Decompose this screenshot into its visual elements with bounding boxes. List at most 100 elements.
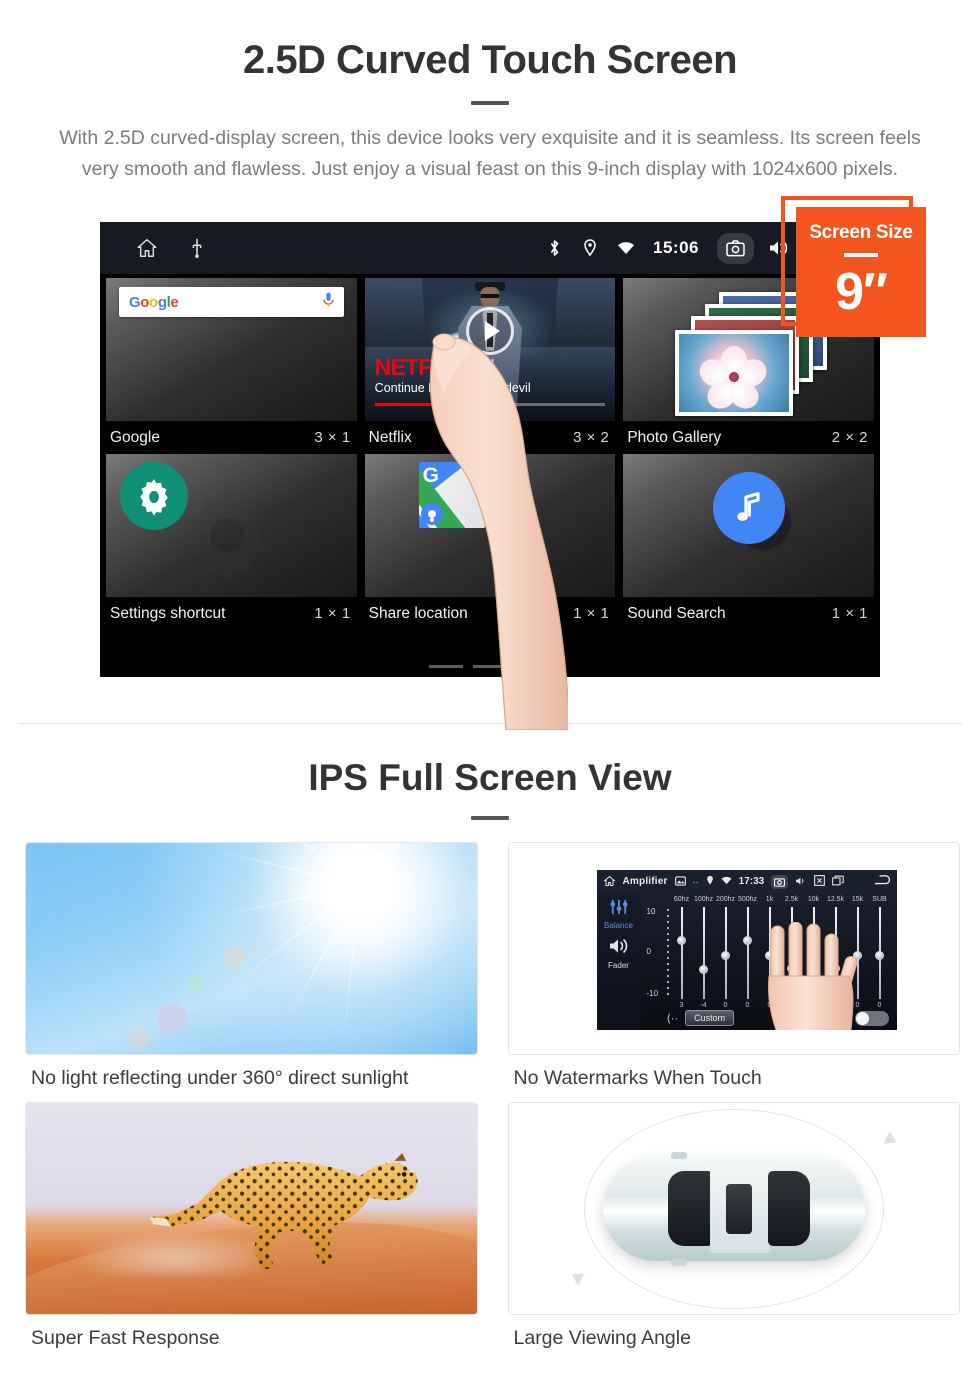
wifi-icon[interactable] xyxy=(721,876,732,887)
badge-label: Screen Size xyxy=(809,222,913,243)
eq-axis-top: 10 xyxy=(646,907,656,916)
eq-slider[interactable] xyxy=(715,907,737,999)
eq-band-label: 60hz xyxy=(673,896,690,903)
gallery-icon[interactable] xyxy=(674,875,686,888)
device-statusbar: 15:06 xyxy=(100,222,880,274)
amplifier-equalizer-screenshot: Amplifier ·· 17:33 Balance Fader 60hz 10… xyxy=(507,842,960,1055)
title-divider xyxy=(471,101,509,105)
eq-value: -4 xyxy=(700,1002,707,1009)
widget-name: Netflix xyxy=(368,428,412,446)
widget-item-netflix[interactable]: NETFLIX Continue Marvel's Daredevil Netf… xyxy=(364,278,616,454)
widget-size: 1 × 1 xyxy=(573,605,610,622)
widget-row-2: Settings shortcut 1 × 1 G Share location… xyxy=(106,454,875,630)
page-title: 2.5D Curved Touch Screen xyxy=(242,38,738,82)
widget-size: 3 × 2 xyxy=(573,429,610,446)
sound-search-widget[interactable] xyxy=(623,454,875,597)
eq-axis-bottom: -10 xyxy=(646,989,659,998)
section2-title: IPS Full Screen View xyxy=(0,757,980,820)
eq-band-label: 15k xyxy=(851,896,864,903)
eq-slider[interactable] xyxy=(693,907,715,999)
more-icon[interactable]: ·· xyxy=(693,877,699,887)
page-dot-1[interactable] xyxy=(429,665,463,668)
amplifier-time: 17:33 xyxy=(738,876,765,887)
eq-band-label: 500hz xyxy=(737,896,758,903)
eq-slider[interactable] xyxy=(671,907,693,999)
preset-button[interactable]: Custom xyxy=(685,1010,735,1026)
feature-caption: No light reflecting under 360° direct su… xyxy=(31,1067,409,1089)
wifi-icon[interactable] xyxy=(615,237,637,259)
rotation-arrow-left xyxy=(567,1268,585,1287)
camera-icon[interactable] xyxy=(717,232,754,264)
cheetah-scene xyxy=(25,1103,477,1315)
play-icon[interactable] xyxy=(466,306,514,355)
google-search-widget[interactable]: Google xyxy=(106,278,357,421)
sidebar-item-fader[interactable]: Fader xyxy=(597,961,641,970)
widget-size: 1 × 1 xyxy=(831,605,869,622)
recents-icon[interactable] xyxy=(832,875,844,888)
sound-art xyxy=(623,454,874,597)
widget-label-row: Share location 1 × 1 xyxy=(365,597,616,630)
photo-thumb-blossom xyxy=(675,330,794,416)
device-screenshot: 15:06 Google Google 3 × 1 NETFLIX Contin… xyxy=(100,222,880,677)
google-maps-icon[interactable]: G xyxy=(418,462,485,528)
eq-axis-mid: 0 xyxy=(646,947,651,956)
widget-size: 1 × 1 xyxy=(314,605,351,622)
netflix-logo: NETFLIX xyxy=(374,354,466,380)
widget-item-google[interactable]: Google Google 3 × 1 xyxy=(106,278,357,454)
location-icon[interactable] xyxy=(706,875,714,888)
page-indicator[interactable] xyxy=(100,665,880,668)
speaker-icon[interactable] xyxy=(597,937,641,960)
widget-label-row: Sound Search 1 × 1 xyxy=(623,597,874,630)
feature-row-1: No light reflecting under 360° direct su… xyxy=(25,842,960,1090)
eq-band-label: 100hz xyxy=(693,896,714,903)
camera-icon[interactable] xyxy=(771,874,789,889)
page-root: 2.5D Curved Touch Screen With 2.5D curve… xyxy=(0,0,980,1394)
back-icon[interactable] xyxy=(874,875,891,888)
back-icon[interactable]: ⟨·· xyxy=(667,1012,679,1025)
sidebar-item-balance[interactable]: Balance xyxy=(597,921,641,930)
location-icon[interactable] xyxy=(579,237,601,259)
page-dot-2[interactable] xyxy=(473,665,507,668)
netflix-widget[interactable]: NETFLIX Continue Marvel's Daredevil xyxy=(364,278,616,421)
close-box-icon[interactable] xyxy=(814,875,826,888)
bluetooth-icon[interactable] xyxy=(543,237,565,259)
eq-band-label: 10k xyxy=(807,896,820,903)
widget-item-sound-search[interactable]: Sound Search 1 × 1 xyxy=(623,454,875,630)
feature-row-2: Super Fast Response Large Viewing Angle xyxy=(25,1102,960,1350)
gear-icon[interactable] xyxy=(120,462,188,530)
eq-band-label: 12.5k xyxy=(826,896,845,903)
sunlight-sky-photo xyxy=(25,842,478,1055)
mirror-left xyxy=(670,1151,687,1159)
widget-item-share-location[interactable]: G Share location 1 × 1 xyxy=(364,454,616,630)
usb-icon[interactable] xyxy=(186,237,208,259)
eq-value: 0 xyxy=(745,1002,750,1009)
music-note-icon[interactable] xyxy=(712,472,785,544)
windshield-front xyxy=(668,1171,713,1247)
microphone-icon[interactable] xyxy=(323,292,334,313)
volume-icon[interactable] xyxy=(795,876,807,888)
settings-shortcut-widget[interactable] xyxy=(106,454,357,597)
eq-slider[interactable] xyxy=(737,907,759,999)
page-dot-3[interactable] xyxy=(517,665,551,668)
badge-value: 9″ xyxy=(835,263,888,321)
sliders-icon[interactable] xyxy=(597,899,641,920)
widget-item-settings-shortcut[interactable]: Settings shortcut 1 × 1 xyxy=(106,454,357,630)
home-icon[interactable] xyxy=(602,875,616,889)
car-top-view-illustration xyxy=(507,1102,960,1316)
feature-card-no-watermarks: Amplifier ·· 17:33 Balance Fader 60hz 10… xyxy=(507,842,960,1090)
amplifier-screen: Amplifier ·· 17:33 Balance Fader 60hz 10… xyxy=(596,870,897,1030)
feature-caption: Super Fast Response xyxy=(31,1327,220,1350)
widget-name: Google xyxy=(110,428,160,446)
car-scene xyxy=(508,1103,959,1315)
feature-card-sunlight: No light reflecting under 360° direct su… xyxy=(25,842,478,1090)
google-search-bar[interactable]: Google xyxy=(119,287,344,317)
netflix-subtitle: Continue Marvel's Daredevil xyxy=(374,381,531,395)
windshield-rear xyxy=(767,1171,810,1247)
screen-size-badge: Screen Size 9″ xyxy=(796,207,926,337)
share-location-widget[interactable]: G xyxy=(364,454,616,597)
feature-grid: No light reflecting under 360° direct su… xyxy=(25,842,960,1363)
amplifier-sidebar: Balance Fader xyxy=(596,893,641,1030)
home-icon[interactable] xyxy=(136,237,158,259)
widget-row-1: Google Google 3 × 1 NETFLIX Continue Mar… xyxy=(106,278,875,454)
feature-card-fast-response: Super Fast Response xyxy=(25,1102,478,1350)
